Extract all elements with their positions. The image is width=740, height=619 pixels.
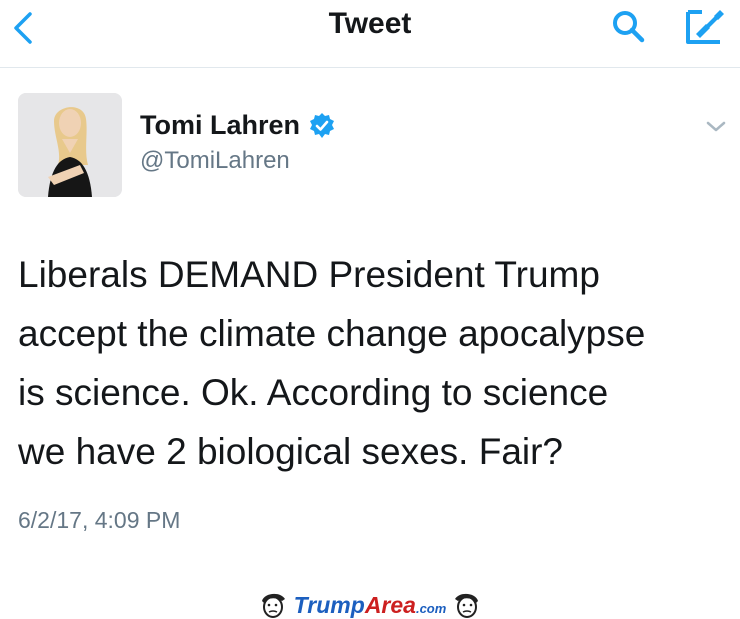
avatar[interactable]: [18, 93, 122, 197]
chevron-down-icon[interactable]: [704, 118, 728, 136]
compose-icon[interactable]: [680, 4, 730, 48]
watermark-part-area: Area: [364, 591, 416, 618]
trump-face-icon: [261, 593, 285, 618]
tweet-text: Liberals DEMAND President Trump accept t…: [18, 245, 730, 481]
author-handle[interactable]: @TomiLahren: [140, 147, 290, 175]
trump-face-icon: [455, 593, 479, 618]
author-name[interactable]: Tomi Lahren: [140, 110, 300, 141]
author-row: Tomi Lahren: [140, 110, 336, 141]
watermark-part-com: .com: [415, 600, 447, 616]
search-icon[interactable]: [605, 4, 655, 48]
navigation-bar: Tweet: [0, 0, 740, 68]
tweet-timestamp: 6/2/17, 4:09 PM: [18, 507, 181, 533]
verified-badge-icon: [310, 112, 335, 138]
tweet-text-line: Liberals DEMAND President Trump: [18, 254, 600, 295]
watermark: Trump Area .com: [0, 590, 740, 619]
tweet-text-line: we have 2 biological sexes. Fair?: [18, 431, 564, 472]
watermark-part-trump: Trump: [293, 591, 365, 618]
watermark-text: Trump Area .com: [294, 592, 447, 619]
profile-photo: [18, 93, 122, 197]
tweet-text-line: is science. Ok. According to science: [18, 372, 609, 413]
tweet-text-line: accept the climate change apocalypse: [18, 313, 646, 354]
